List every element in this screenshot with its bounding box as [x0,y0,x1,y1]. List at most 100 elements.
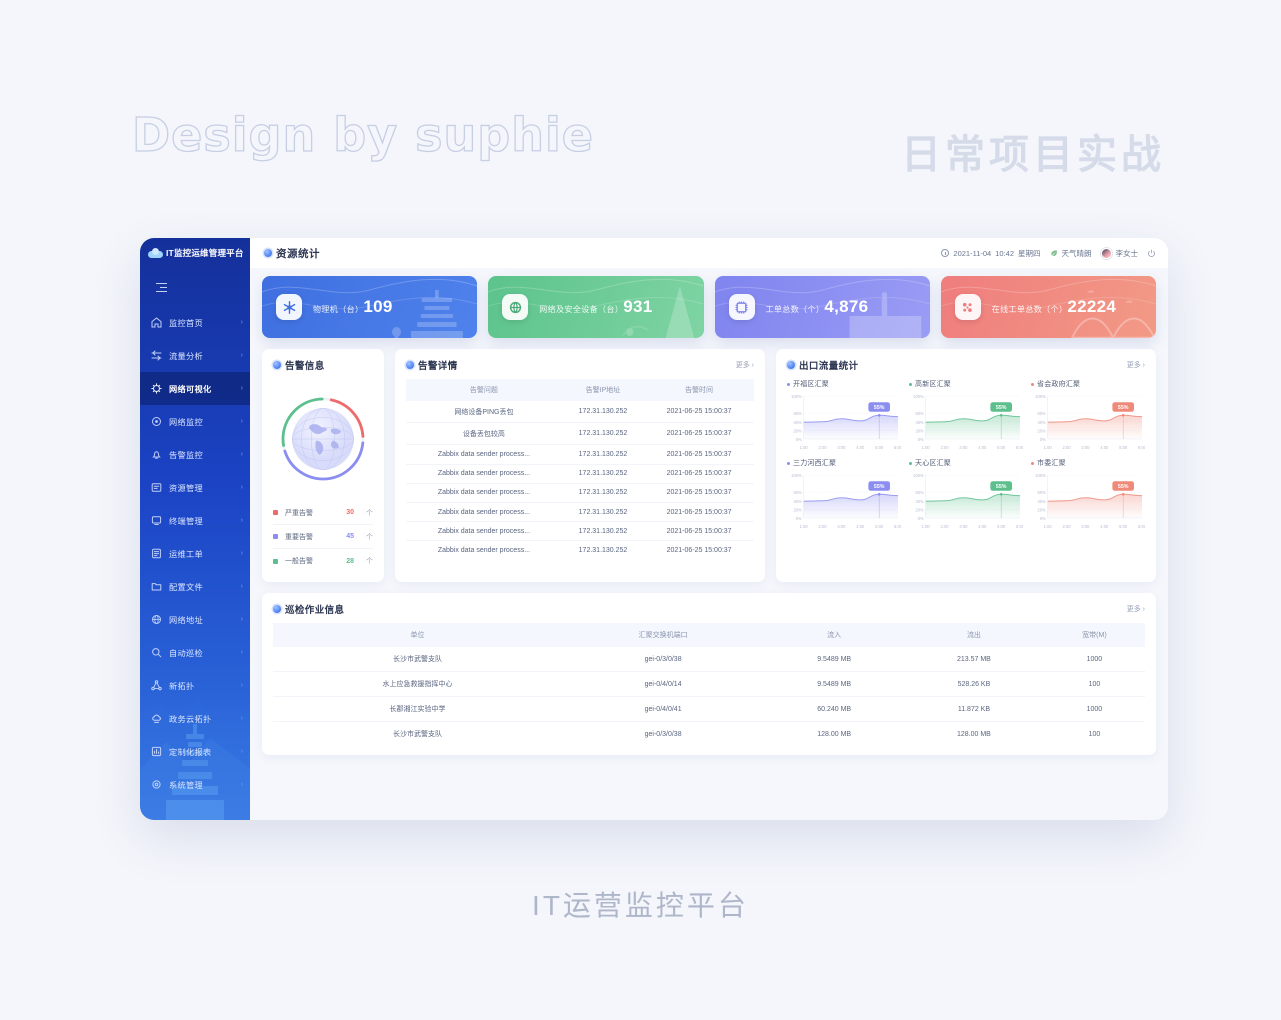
flow-mini-chart-grid: 开福区汇聚 55% 0% 20% 40% 60% 100% 1:00 2:00 3:00 4:00 5… [787,379,1145,531]
alarm-legend-row: 重要告警 45 个 [273,525,373,549]
alarm-detail-row[interactable]: Zabbix data sender process... 172.31.130.… [406,464,754,484]
sidebar-item-11[interactable]: 自动巡检 › [140,636,250,669]
table-cell: Zabbix data sender process... [437,546,531,554]
svg-text:60%: 60% [915,490,924,495]
sidebar-item-3[interactable]: 网络可视化 › [140,372,250,405]
sidebar-item-15[interactable]: 系统管理 › [140,768,250,801]
mini-chart-plot: 55% 0% 20% 40% 60% 100% 1:00 2:00 3:00 4:00 5:00 6:… [1031,469,1145,531]
alarm-info-card: 告警信息 严重告警 30 个 重要告警 45 个 一般告警 28 个 [262,349,384,582]
series-dot-icon [787,382,790,386]
collapse-icon [156,282,167,292]
chevron-right-icon: › [240,616,243,623]
sidebar-item-label: 自动巡检 [169,648,203,658]
stat-card-4[interactable]: 在线工单总数（个）22224 [940,276,1156,338]
flow-stats-more-link[interactable]: 更多 › [1127,360,1145,370]
inspect-row[interactable]: 长沙市武警支队 gei-0/3/0/38 9.5489 MB 213.57 MB 100… [273,647,1145,672]
page-root: Design by suphie 日常项目实战 IT运营监控平台 IT监控运维管… [0,0,1281,1020]
legend-unit: 个 [366,533,373,541]
flow-stats-header: 出口流量统计 更多 › [787,358,1145,372]
globe-icon [264,249,272,257]
alarm-legend: 严重告警 30 个重要告警 45 个一般告警 28 个 [273,501,373,573]
sidebar-item-2[interactable]: 流量分析 › [140,339,250,372]
chevron-right-icon: › [240,418,243,425]
chevron-right-icon: › [240,748,243,755]
sidebar-collapse-button[interactable] [140,268,250,306]
svg-text:1:00: 1:00 [1044,524,1053,529]
stat-card-value: 931 [623,297,653,317]
alarm-detail-row[interactable]: Zabbix data sender process... 172.31.130.… [406,483,754,503]
svg-text:20%: 20% [793,507,802,512]
stat-card-3[interactable]: 工单总数（个）4,876 [714,276,930,338]
stat-card-label: 网络及安全设备（台） [539,305,624,315]
inspect-row[interactable]: 水上应急救援指挥中心 gei-0/4/0/14 9.5489 MB 528.26 KB… [273,671,1145,697]
sidebar-item-14[interactable]: 定制化报表 › [140,735,250,768]
user-group[interactable]: 李女士 [1100,247,1139,259]
alarm-detail-row[interactable]: Zabbix data sender process... 172.31.130.… [406,444,754,465]
column-header: 告警时间 [644,379,754,401]
sidebar-item-4[interactable]: 网络监控 › [140,405,250,438]
table-cell: 2021-06-25 15:00:37 [644,502,754,523]
table-cell: 1000 [1043,696,1145,722]
alarm-legend-row: 一般告警 28 个 [273,549,373,573]
table-cell: 1000 [1043,647,1145,672]
user-name-label: 李女士 [1115,248,1139,258]
table-cell: gei-0/3/0/38 [644,730,682,738]
flow-icon [151,350,162,361]
sidebar-item-6[interactable]: 资源管理 › [140,471,250,504]
flow-stats-title: 出口流量统计 [799,361,859,372]
alarm-detail-row[interactable]: Zabbix data sender process... 172.31.130.… [406,502,754,523]
globe-icon [273,361,281,369]
sidebar-item-8[interactable]: 运维工单 › [140,537,250,570]
stat-card-1[interactable]: 物理机（台）109 [262,276,478,338]
sidebar-item-7[interactable]: 终端管理 › [140,504,250,537]
power-icon[interactable] [1147,249,1156,258]
topbar: 资源统计 2021-11-04 10:42 星期四 天气晴朗 李女士 [250,238,1168,268]
table-cell: 2021-06-25 15:00:37 [644,464,754,484]
sidebar-item-label: 网络地址 [169,615,203,625]
inspect-table: 单位 汇聚交换机端口 流入 流出 宽带(M) 长沙市武警支队 gei-0/3/0/38 9.… [273,623,1145,746]
sidebar-item-9[interactable]: 配置文件 › [140,570,250,603]
sidebar-item-10[interactable]: 网络地址 › [140,603,250,636]
chevron-right-icon: › [240,682,243,689]
stat-card-2[interactable]: 网络及安全设备（台）931 [488,276,704,338]
alarm-detail-row[interactable]: Zabbix data sender process... 172.31.130.… [406,521,754,542]
column-header: 汇聚交换机端口 [561,623,765,647]
svg-text:20%: 20% [915,428,924,433]
sidebar-logo[interactable]: IT监控运维管理平台 [140,238,250,268]
alarm-legend-row: 严重告警 30 个 [273,501,373,525]
table-cell: gei-0/4/0/14 [561,671,765,697]
table-cell: 128.00 MB [957,730,991,738]
svg-text:3:00: 3:00 [837,524,846,529]
sidebar-item-label: 终端管理 [169,516,203,526]
weekday-label: 星期四 [1018,248,1041,258]
alarm-info-title: 告警信息 [285,361,325,372]
globe-icon [787,361,795,369]
alarm-detail-row[interactable]: Zabbix data sender process... 172.31.130.… [406,541,754,560]
alarm-detail-row[interactable]: 网络设备PING丢包 172.31.130.252 2021-06-25 15:00… [406,401,754,424]
mini-chart-header: 高新区汇聚 [909,379,1023,389]
inspect-row[interactable]: 长郡湘江实验中学 gei-0/4/0/41 60.240 MB 11.872 KB 10… [273,696,1145,722]
svg-text:60%: 60% [1037,411,1046,416]
alarm-detail-card: 告警详情 更多 › 告警问题 告警IP地址 告警时间 网络设备PING丢包 172.3… [395,349,765,582]
svg-text:4:00: 4:00 [1100,445,1109,450]
table-cell: 长沙市武警支队 [392,731,442,738]
bell-icon [151,449,162,460]
sidebar-item-12[interactable]: 新拓扑 › [140,669,250,702]
svg-text:60%: 60% [1037,490,1046,495]
inspect-row[interactable]: 长沙市武警支队 gei-0/3/0/38 128.00 MB 128.00 MB 100 [273,722,1145,747]
mini-chart-plot: 55% 0% 20% 40% 60% 100% 1:00 2:00 3:00 4:00 5:00 6:… [909,390,1023,452]
alarm-detail-more-link[interactable]: 更多 › [736,360,754,370]
inspect-more-link[interactable]: 更多 › [1127,604,1145,614]
sidebar-item-1[interactable]: 监控首页 › [140,306,250,339]
table-cell: 172.31.130.252 [578,546,628,554]
mini-chart-header: 市委汇聚 [1031,458,1145,468]
svg-text:2:00: 2:00 [941,524,950,529]
alarm-detail-row[interactable]: 设备丢包较高 172.31.130.252 2021-06-25 15:00:37 [406,422,754,446]
sidebar-item-5[interactable]: 告警监控 › [140,438,250,471]
watermark-right: 日常项目实战 [901,133,1165,177]
flow-mini-chart-2: 高新区汇聚 55% 0% 20% 40% 60% 100% 1:00 2:00 3:00 4:00 5… [909,379,1023,452]
legend-unit: 个 [366,558,373,565]
svg-text:4:00: 4:00 [1100,524,1109,529]
sidebar-item-13[interactable]: 政务云拓扑 › [140,702,250,735]
svg-text:0%: 0% [1040,516,1046,521]
